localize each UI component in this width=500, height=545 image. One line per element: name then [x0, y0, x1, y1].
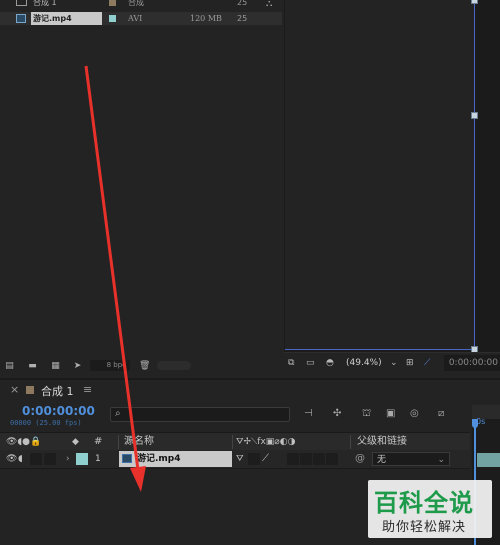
watermark-badge: 百科全说 助你轻松解决: [368, 480, 492, 538]
annotation-arrow: [84, 65, 146, 492]
watermark-subtitle: 助你轻松解决: [382, 520, 467, 535]
watermark-title: 百科全说: [374, 489, 474, 517]
